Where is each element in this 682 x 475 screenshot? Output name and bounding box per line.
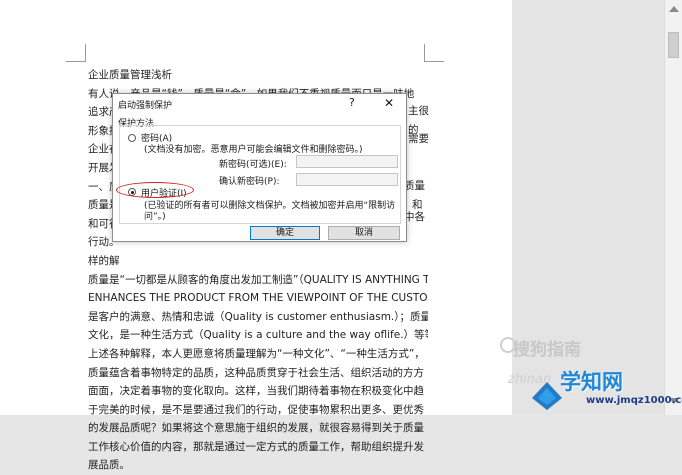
document-page[interactable]: 企业质量管理浅析 有人说，产品是“钱”，质量是“命”。如果我们不重视质量而只是一… <box>0 0 512 471</box>
confirm-password-label: 确认新密码(P): <box>219 177 280 187</box>
scroll-thumb[interactable] <box>668 32 679 58</box>
dialog-title: 启动强制保护 <box>118 101 173 111</box>
password-radio[interactable] <box>128 134 136 142</box>
user-auth-description: (已验证的所有者可以删除文档保护。文档被加密并启用“限制访 <box>144 201 396 211</box>
help-button[interactable]: ? <box>349 96 355 109</box>
ok-button[interactable]: 确定 <box>250 226 320 240</box>
doc-line: 的发展品质呢？如果将这个意思施于组织的发展，就很容易得到关于质量 <box>88 422 424 435</box>
restrict-protection-dialog: 启动强制保护 ? ✕ 保护方法 密码(A) (文档没有加密。恶意用户可能会编辑文… <box>112 93 407 242</box>
doc-fragment: 需要 <box>408 133 429 145</box>
watermark-brand: 搜狗指南 <box>513 340 581 360</box>
doc-line: 样的解 <box>88 254 120 267</box>
doc-line: 展品质。 <box>88 459 130 472</box>
vertical-scrollbar[interactable] <box>664 0 682 415</box>
doc-line: ENHANCES THE PRODUCT FROM THE VIEWPOINT … <box>88 292 428 305</box>
user-auth-description-cont: 问”。) <box>144 212 166 222</box>
new-password-field[interactable] <box>296 155 398 168</box>
doc-fragment: 主很 <box>408 105 429 117</box>
password-description: (文档没有加密。恶意用户可能会编辑文件和删除密码。) <box>144 145 363 155</box>
crop-mark-top-left <box>66 61 86 62</box>
doc-line: 面面，决定着事物的变化取向。这样，当我们期待着事物在积极变化中趋 <box>88 385 424 398</box>
doc-fragment: 质量 <box>404 180 425 192</box>
doc-line: 质量蕴含着事物特定的品质，这种品质贯穿于社会生活、组织活动的方方 <box>88 366 424 379</box>
highlight-oval <box>116 182 194 198</box>
doc-title-line: 企业质量管理浅析 <box>88 69 172 81</box>
word-window: 企业质量管理浅析 有人说，产品是“钱”，质量是“命”。如果我们不重视质量而只是一… <box>0 0 682 471</box>
site-logo-text: 学知网 <box>560 370 623 394</box>
doc-line: 于完美的时候，是不是要通过我们的行动，促使事物累积出更多、更优秀 <box>88 403 424 416</box>
doc-line: 文化，是一种生活方式（Quality is a culture and the … <box>88 329 428 342</box>
new-password-label: 新密码(可选)(E): <box>219 160 287 170</box>
doc-line: 是客户的满意、热情和忠诚（Quality is customer enthusi… <box>88 310 428 323</box>
doc-line: 工作核心价值的内容，那就是通过一定方式的质量工作，帮助组织提升发 <box>88 440 424 453</box>
doc-fragment: 中各 <box>404 211 425 223</box>
doc-line: 质量是“一切都是从顾客的角度出发加工制造”（QUALITY IS ANYTHIN… <box>88 273 428 286</box>
crop-mark-top-right-vertical <box>424 44 425 62</box>
site-logo-url: www.jmqz1000.com <box>586 395 682 406</box>
close-button[interactable]: ✕ <box>379 94 399 112</box>
confirm-password-field[interactable] <box>296 173 398 186</box>
doc-line: 上述各种解释，本人更愿意将质量理解为“一种文化”、“一种生活方式”， <box>88 347 425 360</box>
site-logo-icon <box>532 382 562 410</box>
scroll-up-arrow-icon[interactable] <box>669 6 679 12</box>
crop-mark-top-left-vertical <box>85 44 86 62</box>
cancel-button[interactable]: 取消 <box>328 226 400 240</box>
crop-mark-top-right <box>424 61 444 62</box>
